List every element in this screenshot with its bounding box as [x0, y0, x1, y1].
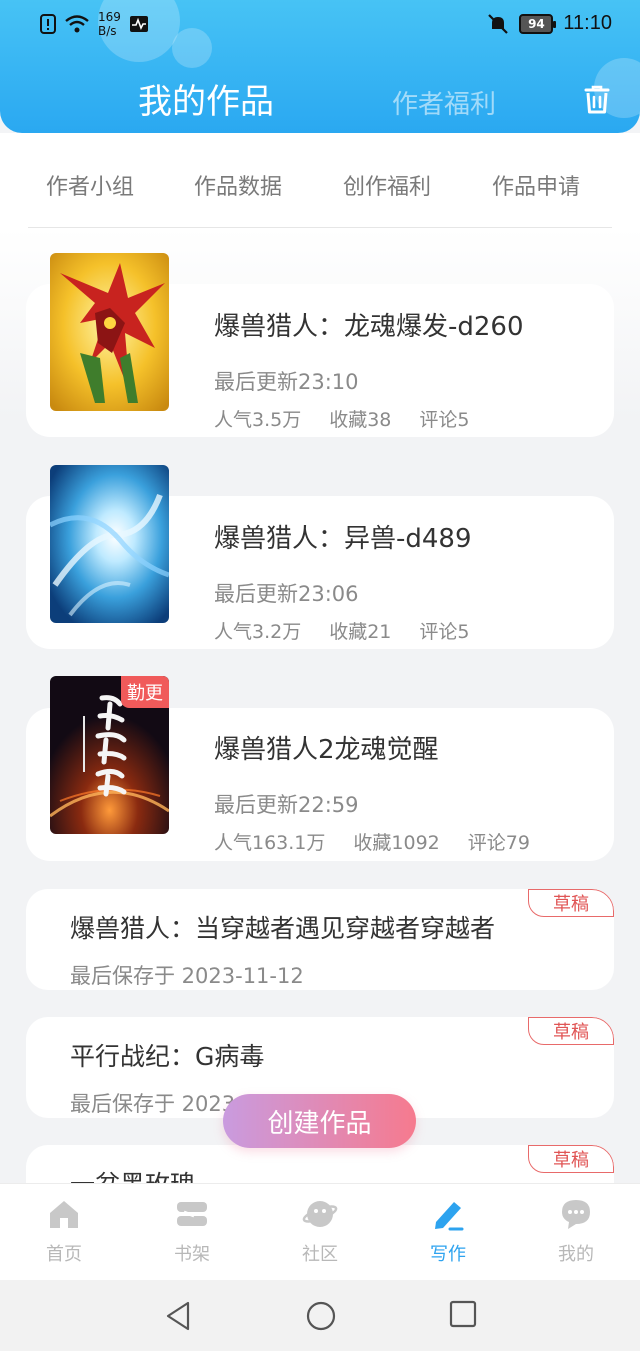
- work-popularity: 人气3.2万: [214, 621, 302, 643]
- home-nav-icon[interactable]: [305, 1300, 337, 1332]
- quicknav-author-group[interactable]: 作者小组: [46, 169, 134, 201]
- work-comments: 评论5: [419, 621, 470, 643]
- tab-home[interactable]: 首页: [24, 1196, 104, 1266]
- tab-label: 社区: [302, 1244, 338, 1265]
- tab-label: 写作: [430, 1244, 466, 1265]
- work-updated: 最后更新22:59: [214, 793, 359, 817]
- work-title[interactable]: 爆兽猎人：异兽-d489: [214, 518, 472, 555]
- work-stats: 人气3.2万 收藏21 评论5: [214, 617, 498, 644]
- work-updated: 最后更新23:06: [214, 582, 359, 606]
- bottom-tab-bar: 首页 书架 社区 写作 我的: [0, 1183, 640, 1280]
- create-work-button[interactable]: 创建作品: [223, 1094, 416, 1148]
- bookshelf-icon: [177, 1202, 207, 1226]
- work-comments: 评论79: [467, 832, 530, 854]
- status-bar: 169 B/s 94 11:10: [0, 0, 640, 52]
- tab-author-welfare[interactable]: 作者福利: [392, 84, 496, 121]
- tab-write[interactable]: 写作: [408, 1196, 488, 1266]
- system-nav-bar: [0, 1280, 640, 1351]
- clock: 11:10: [563, 12, 612, 34]
- work-cover[interactable]: [50, 465, 169, 623]
- tab-label: 书架: [174, 1244, 210, 1265]
- quicknav-work-data[interactable]: 作品数据: [194, 169, 282, 201]
- tab-profile[interactable]: 我的: [536, 1196, 616, 1266]
- work-popularity: 人气3.5万: [214, 409, 302, 431]
- draft-card[interactable]: 爆兽猎人：当穿越者遇见穿越者穿越者 最后保存于 2023-11-12 草稿: [26, 889, 614, 990]
- back-icon[interactable]: [164, 1300, 192, 1332]
- work-favorites: 收藏38: [329, 409, 392, 431]
- quick-nav: 作者小组 作品数据 创作福利 作品申请: [0, 133, 640, 228]
- draft-tag: 草稿: [528, 1145, 614, 1173]
- work-popularity: 人气163.1万: [214, 832, 326, 854]
- tab-bookshelf[interactable]: 书架: [152, 1196, 232, 1266]
- draft-title[interactable]: 爆兽猎人：当穿越者遇见穿越者穿越者: [70, 909, 495, 945]
- tab-label: 我的: [558, 1244, 594, 1265]
- work-comments: 评论5: [419, 409, 470, 431]
- wifi-icon: [65, 15, 89, 33]
- work-favorites: 收藏21: [329, 621, 392, 643]
- community-icon: [302, 1201, 338, 1227]
- draft-title[interactable]: 一盆黑玫瑰: [70, 1165, 195, 1183]
- mute-icon: [488, 13, 509, 34]
- draft-saved-time: 最后保存于 2023-11-12: [70, 964, 304, 988]
- activity-icon: [129, 16, 148, 32]
- quicknav-work-application[interactable]: 作品申请: [492, 169, 580, 201]
- work-favorites: 收藏1092: [353, 832, 440, 854]
- work-cover[interactable]: [50, 253, 169, 411]
- draft-title[interactable]: 平行战纪：G病毒: [70, 1037, 264, 1073]
- draft-tag: 草稿: [528, 1017, 614, 1045]
- profile-icon: [562, 1200, 590, 1229]
- home-icon: [50, 1201, 78, 1228]
- tab-my-works[interactable]: 我的作品: [138, 74, 274, 123]
- alert-icon: [40, 14, 56, 34]
- draft-card[interactable]: 一盆黑玫瑰 草稿: [26, 1145, 614, 1183]
- quicknav-creation-welfare[interactable]: 创作福利: [343, 169, 431, 201]
- frequent-update-badge: 勤更: [121, 676, 169, 708]
- header: 169 B/s 94 11:10 我的作品 作者福利: [0, 0, 640, 133]
- work-stats: 人气3.5万 收藏38 评论5: [214, 405, 498, 432]
- draft-tag: 草稿: [528, 889, 614, 917]
- work-cover[interactable]: 勤更: [50, 676, 169, 834]
- work-title[interactable]: 爆兽猎人2龙魂觉醒: [214, 729, 439, 766]
- work-title[interactable]: 爆兽猎人：龙魂爆发-d260: [214, 306, 524, 343]
- network-speed: 169 B/s: [98, 10, 121, 38]
- recents-icon[interactable]: [449, 1300, 477, 1328]
- tab-community[interactable]: 社区: [280, 1196, 360, 1266]
- trash-icon[interactable]: [580, 82, 614, 116]
- work-updated: 最后更新23:10: [214, 370, 359, 394]
- tab-label: 首页: [46, 1244, 82, 1265]
- work-stats: 人气163.1万 收藏1092 评论79: [214, 828, 558, 855]
- write-icon: [435, 1202, 464, 1231]
- battery-indicator: 94: [519, 13, 557, 34]
